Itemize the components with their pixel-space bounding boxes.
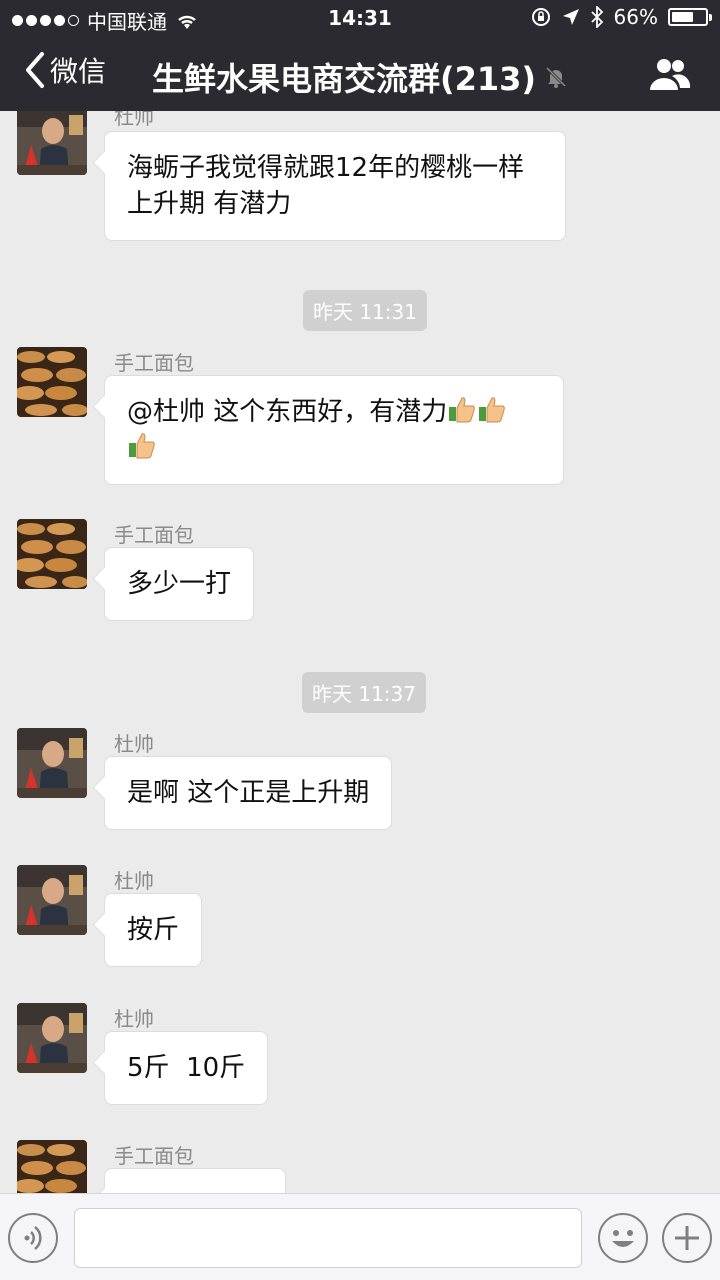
battery-percent: 66% xyxy=(613,5,658,29)
message-bubble[interactable]: @杜帅 这个东西好，有潜力 xyxy=(104,375,564,485)
message-bubble[interactable]: 按斤 xyxy=(104,893,203,967)
sender-name: 手工面包 xyxy=(114,523,194,547)
mute-bell-icon xyxy=(545,66,567,88)
thumbs-up-icon xyxy=(449,397,476,423)
emoji-icon xyxy=(612,1230,634,1247)
bluetooth-icon xyxy=(590,6,603,28)
sender-name: 杜帅 xyxy=(114,869,154,893)
message-input[interactable] xyxy=(74,1208,582,1268)
message-bubble[interactable] xyxy=(104,1168,286,1193)
status-bar: 中国联通 14:31 66% xyxy=(0,0,720,36)
avatar[interactable] xyxy=(17,111,87,175)
location-arrow-icon xyxy=(562,9,579,25)
voice-icon xyxy=(24,1226,42,1250)
timestamp-pill: 昨天 11:37 xyxy=(302,672,426,713)
group-people-icon[interactable] xyxy=(648,56,692,92)
message-bubble[interactable]: 海蛎子我觉得就跟12年的樱桃一样 上升期 有潜力 xyxy=(104,131,566,241)
message-bubble[interactable]: 5斤 10斤 xyxy=(104,1031,269,1105)
thumbs-up-icon xyxy=(479,397,506,423)
nav-bar: 微信 生鲜水果电商交流群(213) xyxy=(0,36,720,111)
thumbs-up-icon xyxy=(129,433,155,459)
sender-name: 杜帅 xyxy=(114,732,154,756)
message-bubble[interactable]: 是啊 这个正是上升期 xyxy=(104,756,393,830)
message-bubble[interactable]: 多少一打 xyxy=(104,547,255,621)
avatar[interactable] xyxy=(17,347,87,417)
more-button[interactable] xyxy=(662,1213,712,1263)
plus-icon xyxy=(675,1226,699,1250)
avatar[interactable] xyxy=(17,728,87,798)
sender-name: 杜帅 xyxy=(114,1007,154,1031)
voice-button[interactable] xyxy=(8,1213,58,1263)
avatar[interactable] xyxy=(17,865,87,935)
avatar[interactable] xyxy=(17,1003,87,1073)
avatar[interactable] xyxy=(17,519,87,589)
top-bar: 中国联通 14:31 66% 微信 生鲜水果电商交流群(213) xyxy=(0,0,720,111)
emoji-button[interactable] xyxy=(598,1213,648,1263)
chat-area[interactable]: 杜帅 海蛎子我觉得就跟12年的樱桃一样 上升期 有潜力 昨天 11:31 手工面… xyxy=(0,111,720,1193)
chat-title: 生鲜水果电商交流群(213) xyxy=(151,60,537,98)
message-text: @杜帅 这个东西好，有潜力 xyxy=(127,397,448,427)
input-bar xyxy=(0,1193,720,1280)
lock-rotation-icon xyxy=(531,8,550,26)
timestamp-pill: 昨天 11:31 xyxy=(303,290,427,331)
avatar[interactable] xyxy=(17,1140,87,1193)
sender-name: 手工面包 xyxy=(114,351,194,375)
battery-icon xyxy=(668,8,712,26)
sender-name: 手工面包 xyxy=(114,1144,194,1168)
sender-name: 杜帅 xyxy=(114,111,154,129)
